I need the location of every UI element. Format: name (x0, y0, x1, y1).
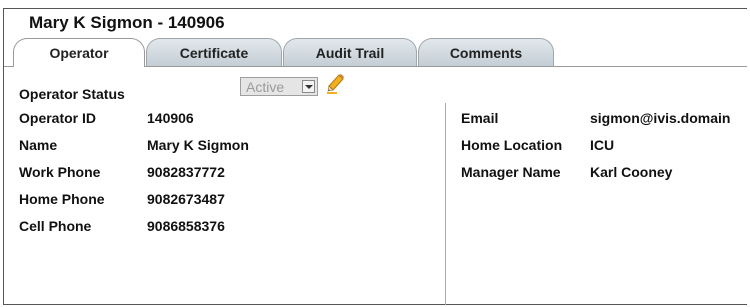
work-phone-label: Work Phone (19, 164, 101, 180)
tab-bar: Operator Certificate Audit Trail Comment… (4, 38, 747, 67)
manager-name-label: Manager Name (461, 164, 561, 180)
home-phone-label: Home Phone (19, 191, 105, 207)
cell-phone-label: Cell Phone (19, 218, 92, 234)
name-value: Mary K Sigmon (147, 137, 249, 153)
operator-id-value: 140906 (147, 110, 194, 126)
tab-comments[interactable]: Comments (418, 38, 554, 66)
operator-status-label: Operator Status (19, 86, 125, 102)
home-location-value: ICU (590, 137, 615, 153)
page-title: Mary K Sigmon - 140906 (29, 13, 225, 32)
tab-certificate[interactable]: Certificate (146, 38, 282, 66)
cell-phone-value: 9086858376 (147, 218, 225, 234)
work-phone-value: 9082837772 (147, 164, 225, 180)
manager-name-value: Karl Cooney (590, 164, 673, 180)
operator-id-label: Operator ID (19, 110, 97, 126)
email-label: Email (461, 110, 499, 126)
email-value: sigmon@ivis.domain (590, 110, 731, 126)
column-divider (445, 103, 446, 305)
tab-operator[interactable]: Operator (13, 38, 145, 67)
operator-status-value: Active (246, 79, 285, 95)
chevron-down-icon[interactable] (302, 80, 315, 93)
operator-status-select[interactable]: Active (240, 77, 318, 96)
name-label: Name (19, 137, 58, 153)
home-location-label: Home Location (461, 137, 563, 153)
tab-audit-trail[interactable]: Audit Trail (283, 38, 417, 66)
home-phone-value: 9082673487 (147, 191, 225, 207)
pencil-icon[interactable] (325, 73, 347, 95)
